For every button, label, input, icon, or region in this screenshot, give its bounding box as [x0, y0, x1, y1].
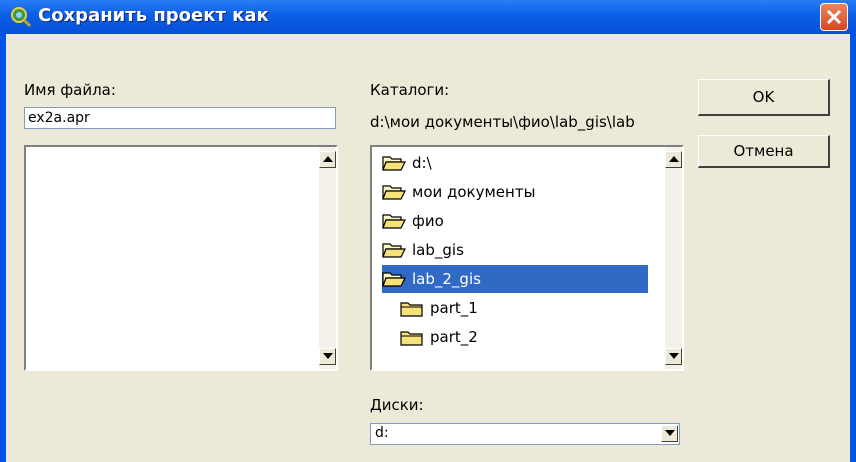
arrow-up-icon	[669, 156, 679, 162]
directory-item-label: мои документы	[412, 183, 536, 201]
directories-label: Каталоги:	[370, 81, 450, 99]
window-title: Сохранить проект как	[38, 5, 269, 26]
directory-tree[interactable]: d:\ мои документы фио lab_gis lab_2_gis part_…	[370, 145, 684, 371]
directory-item-label: part_1	[430, 299, 478, 317]
close-icon	[826, 9, 842, 25]
filename-input[interactable]: ex2a.apr	[24, 107, 336, 129]
magnifier-globe-icon	[11, 7, 32, 28]
scroll-up-button[interactable]	[665, 151, 682, 168]
close-button[interactable]	[820, 3, 848, 31]
closed-folder-icon	[400, 331, 423, 346]
directory-tree-scrollbar[interactable]	[665, 147, 682, 369]
scroll-down-button[interactable]	[319, 348, 336, 365]
ok-button[interactable]: OK	[698, 79, 830, 116]
closed-folder-icon	[400, 302, 423, 317]
directory-item-label: lab_2_gis	[412, 270, 481, 288]
directory-item-label: part_2	[430, 328, 478, 346]
arrow-up-icon	[323, 156, 333, 162]
drives-label: Диски:	[370, 396, 424, 414]
file-list[interactable]	[24, 145, 338, 371]
directory-item-label: фио	[412, 212, 444, 230]
current-path: d:\мои документы\фио\lab_gis\lab	[370, 113, 635, 131]
save-project-dialog: Сохранить проект как Имя файла: ex2a.apr…	[0, 0, 856, 462]
dialog-body: Имя файла: ex2a.apr Каталоги: d:\мои док…	[6, 34, 850, 462]
dropdown-button[interactable]	[661, 425, 678, 442]
directory-item-label: d:\	[412, 154, 432, 172]
directory-item-label: lab_gis	[412, 241, 464, 259]
drives-select[interactable]: d:	[370, 423, 680, 445]
scroll-down-button[interactable]	[665, 348, 682, 365]
title-bar[interactable]: Сохранить проект как	[0, 0, 856, 34]
file-list-scrollbar[interactable]	[319, 147, 336, 369]
cancel-button[interactable]: Отмена	[698, 135, 830, 168]
arrow-down-icon	[323, 353, 333, 359]
arrow-down-icon	[669, 353, 679, 359]
chevron-down-icon	[665, 430, 675, 436]
directory-item[interactable]: lab_2_gis	[382, 265, 648, 293]
open-folder-icon	[382, 156, 406, 171]
filename-label: Имя файла:	[24, 81, 116, 99]
drives-value: d:	[375, 425, 389, 441]
open-folder-icon	[382, 272, 406, 287]
open-folder-icon	[382, 243, 406, 258]
open-folder-icon	[382, 214, 406, 229]
scroll-up-button[interactable]	[319, 151, 336, 168]
open-folder-icon	[382, 185, 406, 200]
